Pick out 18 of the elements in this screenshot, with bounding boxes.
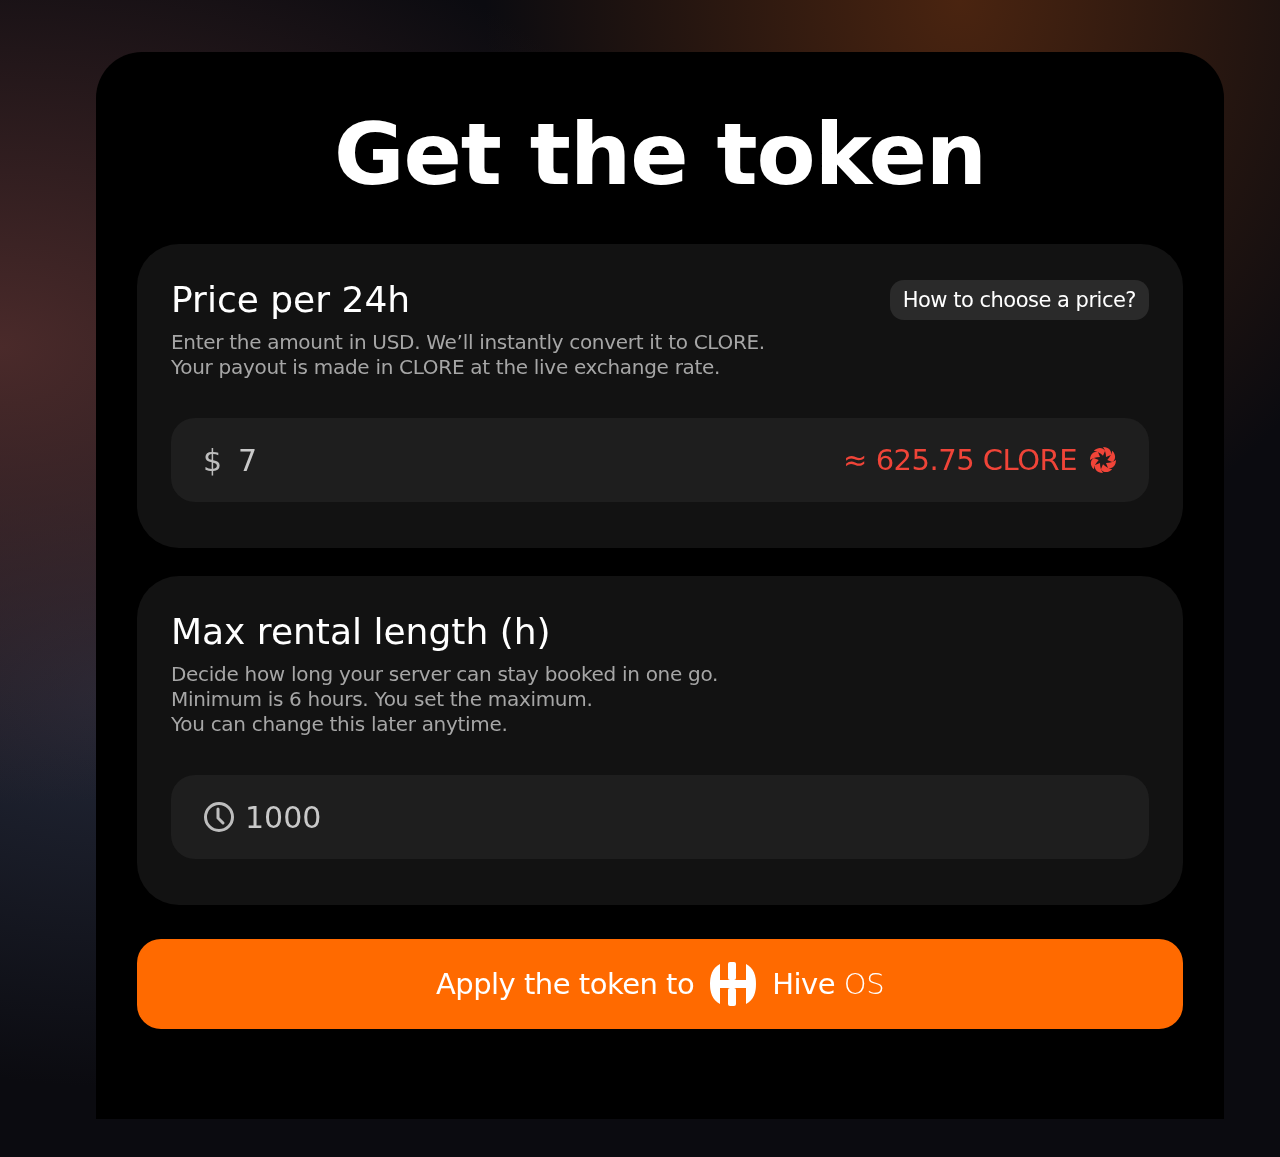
- logo: [708, 960, 759, 1008]
- help-button[interactable]: How to choose a price?: [889, 280, 1149, 320]
- conversion-text: ≈ 625.75 CLORE: [843, 443, 1077, 477]
- page-title: Get the token: [332, 104, 988, 204]
- pinwheel-icon: [1087, 444, 1119, 476]
- amount-value: 7: [238, 442, 258, 478]
- description-text: Your payout is made in CLORE at the live exchange rate.: [171, 355, 722, 380]
- input-field[interactable]: 1000: [171, 775, 1149, 859]
- description-text: Decide how long your server can stay booked in one go.: [171, 662, 720, 687]
- description-text: Minimum is 6 hours. You set the maximum.: [171, 687, 594, 712]
- clock-icon: [203, 801, 235, 833]
- dollar-sign: $: [203, 442, 223, 478]
- section-heading: Price per 24h: [171, 278, 411, 322]
- input-field[interactable]: $ 7 ≈ 625.75 CLORE: [171, 418, 1149, 502]
- description-text: Enter the amount in USD. We’ll instantly convert it to CLORE.: [171, 330, 766, 355]
- hours-value: 1000: [245, 799, 322, 835]
- section-heading: Max rental length (h): [171, 610, 551, 654]
- description-text: You can change this later anytime.: [171, 712, 509, 737]
